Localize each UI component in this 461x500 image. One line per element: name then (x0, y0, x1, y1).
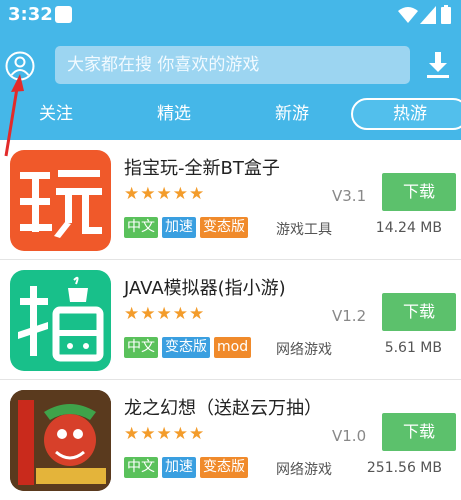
app-version: V1.2 (332, 307, 367, 325)
annotation-arrow-icon (4, 74, 24, 157)
tag-badge: mod (214, 337, 252, 358)
app-category: 网络游戏 (276, 462, 332, 478)
status-time: 3:32 (8, 4, 53, 25)
app-header: 3:32 大家都在搜 你喜欢的游戏 关注 精选 新游 热游 (0, 0, 461, 140)
app-version: V3.1 (332, 187, 367, 205)
download-button[interactable]: 下载 (382, 293, 456, 331)
tab-follow[interactable]: 关注 (20, 98, 92, 130)
notification-icon (55, 6, 72, 23)
list-item[interactable]: JAVA模拟器(指小游) ★★★★★ V1.2 下载 中文 变态版 mod 网络… (0, 260, 461, 380)
wifi-icon (398, 7, 418, 23)
tab-new-games[interactable]: 新游 (256, 98, 328, 130)
tag-badge: 变态版 (162, 337, 210, 358)
tag-list: 中文 变态版 mod (124, 337, 252, 358)
download-icon[interactable] (424, 50, 452, 80)
tag-badge: 中文 (124, 337, 158, 358)
app-icon (10, 150, 111, 251)
app-title[interactable]: JAVA模拟器(指小游) (124, 274, 286, 300)
rating-stars: ★★★★★ (124, 184, 206, 204)
tab-hot-games[interactable]: 热游 (351, 98, 461, 130)
app-version: V1.0 (332, 427, 367, 445)
tag-badge: 加速 (162, 217, 196, 238)
app-category: 游戏工具 (276, 222, 332, 238)
tag-badge: 变态版 (200, 457, 248, 478)
tag-badge: 中文 (124, 457, 158, 478)
app-title[interactable]: 龙之幻想（送赵云万抽） (124, 394, 322, 420)
tag-badge: 变态版 (200, 217, 248, 238)
download-button[interactable]: 下载 (382, 413, 456, 451)
app-category: 网络游戏 (276, 342, 332, 358)
rating-stars: ★★★★★ (124, 304, 206, 324)
tab-featured[interactable]: 精选 (138, 98, 210, 130)
app-size: 14.24 MB (375, 220, 442, 236)
app-title[interactable]: 指宝玩-全新BT盒子 (124, 154, 280, 180)
tag-badge: 加速 (162, 457, 196, 478)
tag-list: 中文 加速 变态版 (124, 217, 248, 238)
app-icon (10, 270, 111, 371)
tag-list: 中文 加速 变态版 (124, 457, 248, 478)
rating-stars: ★★★★★ (124, 424, 206, 444)
status-bar: 3:32 (0, 0, 461, 32)
battery-icon (441, 5, 451, 24)
list-item[interactable]: 龙之幻想（送赵云万抽） ★★★★★ V1.0 下载 中文 加速 变态版 网络游戏… (0, 380, 461, 500)
app-size: 5.61 MB (384, 340, 442, 356)
signal-icon (420, 6, 436, 24)
tag-badge: 中文 (124, 217, 158, 238)
download-button[interactable]: 下载 (382, 173, 456, 211)
app-size: 251.56 MB (366, 460, 442, 476)
list-item[interactable]: 指宝玩-全新BT盒子 ★★★★★ V3.1 下载 中文 加速 变态版 游戏工具 … (0, 140, 461, 260)
search-input[interactable]: 大家都在搜 你喜欢的游戏 (55, 46, 410, 84)
app-icon (10, 390, 111, 491)
